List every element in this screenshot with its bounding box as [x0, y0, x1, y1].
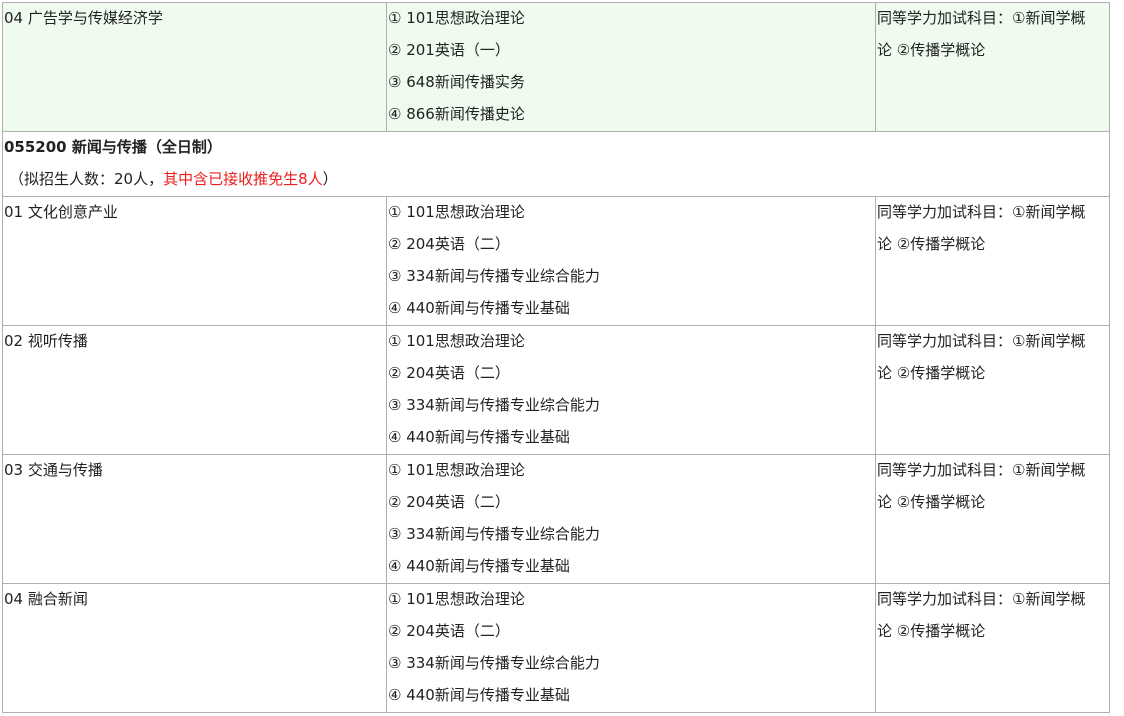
- subjects-cell: ① 101思想政治理论 ② 204英语（二） ③ 334新闻与传播专业综合能力 …: [386, 454, 876, 584]
- direction-cell: 03 交通与传播: [2, 454, 387, 584]
- note-cell: 同等学力加试科目：①新闻学概 论 ②传播学概论: [875, 196, 1110, 326]
- note-text: 论 ②传播学概论: [877, 41, 986, 59]
- subjects-cell: ① 101思想政治理论 ② 204英语（二） ③ 334新闻与传播专业综合能力 …: [386, 325, 876, 455]
- table-row: 04 融合新闻 ① 101思想政治理论 ② 204英语（二） ③ 334新闻与传…: [2, 583, 1110, 713]
- note-text: 同等学力加试科目：①新闻学概: [877, 590, 1086, 608]
- major-header-cell: 055200 新闻与传播（全日制） （拟招生人数：20人，其中含已接收推免生8人…: [2, 131, 1110, 197]
- subject-item: ① 101思想政治理论: [388, 9, 525, 27]
- table-row: 01 文化创意产业 ① 101思想政治理论 ② 204英语（二） ③ 334新闻…: [2, 196, 1110, 326]
- direction-name: 04 广告学与传媒经济学: [4, 9, 163, 27]
- enrollment-info: （拟招生人数：20人，其中含已接收推免生8人）: [4, 164, 1109, 196]
- subject-item: ③ 334新闻与传播专业综合能力: [388, 396, 600, 414]
- note-text: 同等学力加试科目：①新闻学概: [877, 203, 1086, 221]
- subject-item: ② 204英语（二）: [388, 235, 510, 253]
- table-row: 04 广告学与传媒经济学 ① 101思想政治理论 ② 201英语（一） ③ 64…: [2, 2, 1110, 132]
- subject-item: ② 204英语（二）: [388, 493, 510, 511]
- direction-name: 01 文化创意产业: [4, 203, 118, 221]
- enrollment-count: （拟招生人数：20人，: [9, 170, 164, 188]
- subject-item: ③ 334新闻与传播专业综合能力: [388, 525, 600, 543]
- direction-name: 03 交通与传播: [4, 461, 103, 479]
- subjects-cell: ① 101思想政治理论 ② 201英语（一） ③ 648新闻传播实务 ④ 866…: [386, 2, 876, 132]
- subject-item: ② 204英语（二）: [388, 622, 510, 640]
- table-row: 03 交通与传播 ① 101思想政治理论 ② 204英语（二） ③ 334新闻与…: [2, 454, 1110, 584]
- exam-subjects-table: 04 广告学与传媒经济学 ① 101思想政治理论 ② 201英语（一） ③ 64…: [2, 2, 1110, 713]
- subjects-cell: ① 101思想政治理论 ② 204英语（二） ③ 334新闻与传播专业综合能力 …: [386, 583, 876, 713]
- direction-name: 04 融合新闻: [4, 590, 88, 608]
- note-cell: 同等学力加试科目：①新闻学概 论 ②传播学概论: [875, 325, 1110, 455]
- table-row: 02 视听传播 ① 101思想政治理论 ② 204英语（二） ③ 334新闻与传…: [2, 325, 1110, 455]
- exempt-students-note: 其中含已接收推免生8人: [163, 170, 323, 188]
- note-text: 论 ②传播学概论: [877, 622, 986, 640]
- subject-item: ③ 334新闻与传播专业综合能力: [388, 267, 600, 285]
- subject-item: ③ 648新闻传播实务: [388, 73, 525, 91]
- major-title: 055200 新闻与传播（全日制）: [4, 138, 222, 156]
- direction-name: 02 视听传播: [4, 332, 88, 350]
- major-header-row: 055200 新闻与传播（全日制） （拟招生人数：20人，其中含已接收推免生8人…: [2, 131, 1110, 197]
- note-text: 同等学力加试科目：①新闻学概: [877, 461, 1086, 479]
- subject-item: ② 201英语（一）: [388, 41, 510, 59]
- subject-item: ④ 440新闻与传播专业基础: [388, 299, 570, 317]
- subject-item: ① 101思想政治理论: [388, 203, 525, 221]
- note-cell: 同等学力加试科目：①新闻学概 论 ②传播学概论: [875, 583, 1110, 713]
- note-text: 论 ②传播学概论: [877, 493, 986, 511]
- enrollment-close: ）: [322, 170, 338, 188]
- direction-cell: 04 广告学与传媒经济学: [2, 2, 387, 132]
- direction-cell: 02 视听传播: [2, 325, 387, 455]
- note-text: 同等学力加试科目：①新闻学概: [877, 9, 1086, 27]
- note-text: 论 ②传播学概论: [877, 235, 986, 253]
- note-text: 论 ②传播学概论: [877, 364, 986, 382]
- subject-item: ① 101思想政治理论: [388, 332, 525, 350]
- subject-item: ① 101思想政治理论: [388, 590, 525, 608]
- note-cell: 同等学力加试科目：①新闻学概 论 ②传播学概论: [875, 2, 1110, 132]
- subjects-cell: ① 101思想政治理论 ② 204英语（二） ③ 334新闻与传播专业综合能力 …: [386, 196, 876, 326]
- note-text: 同等学力加试科目：①新闻学概: [877, 332, 1086, 350]
- subject-item: ④ 866新闻传播史论: [388, 105, 525, 123]
- subject-item: ① 101思想政治理论: [388, 461, 525, 479]
- note-cell: 同等学力加试科目：①新闻学概 论 ②传播学概论: [875, 454, 1110, 584]
- direction-cell: 01 文化创意产业: [2, 196, 387, 326]
- subject-item: ② 204英语（二）: [388, 364, 510, 382]
- subject-item: ④ 440新闻与传播专业基础: [388, 557, 570, 575]
- direction-cell: 04 融合新闻: [2, 583, 387, 713]
- subject-item: ④ 440新闻与传播专业基础: [388, 686, 570, 704]
- subject-item: ④ 440新闻与传播专业基础: [388, 428, 570, 446]
- subject-item: ③ 334新闻与传播专业综合能力: [388, 654, 600, 672]
